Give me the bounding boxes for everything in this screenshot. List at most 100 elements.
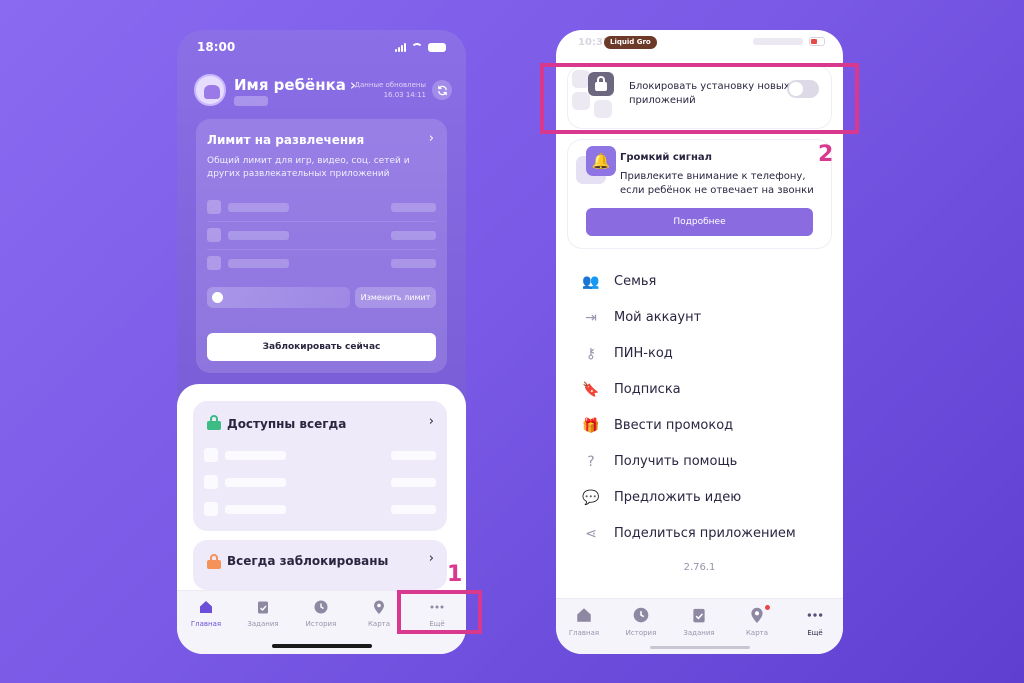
app-row-placeholder xyxy=(204,448,436,462)
refresh-icon xyxy=(437,85,447,95)
child-name[interactable]: Имя ребёнка › xyxy=(234,76,356,94)
child-profile-header[interactable]: Имя ребёнка › Данные обновлены 16.03 14:1… xyxy=(194,74,452,114)
signal-icon xyxy=(395,42,406,52)
chat-icon: 💬 xyxy=(582,490,600,506)
menu-item-label: Получить помощь xyxy=(614,454,738,469)
menu-item-label: Ввести промокод xyxy=(614,418,734,433)
bottom-tab-bar: Главная История Задания Карта Ещё xyxy=(556,598,843,654)
more-dots-icon xyxy=(807,613,823,617)
tab-label: История xyxy=(305,620,337,628)
gift-icon: 🎁 xyxy=(582,418,600,434)
wifi-icon xyxy=(411,42,423,52)
unlock-icon xyxy=(207,415,221,430)
tab-label: Главная xyxy=(568,629,600,637)
tab-map[interactable]: Карта xyxy=(730,605,784,637)
status-bar: 18:00 xyxy=(177,30,466,64)
time-used-bar xyxy=(207,287,350,308)
tab-tasks[interactable]: Задания xyxy=(238,599,288,628)
people-icon: 👥 xyxy=(582,274,600,290)
limit-card-title: Лимит на развлечения xyxy=(207,133,365,147)
tab-label: Ещё xyxy=(807,629,823,637)
highlight-box-more-tab xyxy=(397,590,482,634)
notification-badge xyxy=(765,605,770,610)
menu-item-label: Предложить идею xyxy=(614,490,742,505)
data-updated-info: Данные обновлены 16.03 14:11 xyxy=(355,80,426,100)
tab-label: Карта xyxy=(745,629,769,637)
loud-signal-more-button[interactable]: Подробнее xyxy=(586,208,813,236)
key-icon: ⚷ xyxy=(585,346,597,362)
clipboard-icon xyxy=(693,608,705,623)
limit-card-description: Общий лимит для игр, видео, соц. сетей и… xyxy=(207,156,410,179)
battery-icon xyxy=(428,42,446,52)
always-blocked-card[interactable]: Всегда заблокированы › xyxy=(193,540,447,590)
change-limit-button[interactable]: Изменить лимит xyxy=(355,287,436,308)
tab-home[interactable]: Главная xyxy=(181,599,231,628)
app-version: 2.76.1 xyxy=(683,562,716,573)
menu-item-label: Мой аккаунт xyxy=(614,310,702,325)
battery-icon xyxy=(809,37,825,46)
menu-item-account[interactable]: ⇥ Мой аккаунт xyxy=(582,308,822,328)
entertainment-limit-card[interactable]: Лимит на развлечения › Общий лимит для и… xyxy=(196,119,447,373)
bell-icon: 🔔 xyxy=(586,146,616,176)
tab-history[interactable]: История xyxy=(296,599,346,628)
chevron-right-icon[interactable]: › xyxy=(429,551,434,566)
menu-item-subscription[interactable]: 🔖 Подписка xyxy=(582,380,822,400)
chevron-right-icon[interactable]: › xyxy=(429,131,434,146)
help-icon: ? xyxy=(587,454,595,470)
bookmark-icon: 🔖 xyxy=(582,382,600,398)
app-row-placeholder xyxy=(204,475,436,489)
tab-tasks[interactable]: Задания xyxy=(672,606,726,637)
loud-signal-title: Громкий сигнал xyxy=(620,152,712,163)
block-now-button[interactable]: Заблокировать сейчас xyxy=(207,333,436,361)
always-available-card[interactable]: Доступны всегда › xyxy=(193,401,447,531)
map-pin-icon xyxy=(374,600,384,614)
tab-history[interactable]: История xyxy=(614,606,668,637)
map-pin-icon xyxy=(751,607,763,623)
tab-label: Задания xyxy=(683,629,715,637)
status-bar: 10:37 Liquid Gro xyxy=(556,30,843,54)
tab-home[interactable]: Главная xyxy=(557,606,611,637)
menu-item-help[interactable]: ? Получить помощь xyxy=(582,452,822,472)
chevron-right-icon[interactable]: › xyxy=(429,414,434,429)
app-row-placeholder xyxy=(207,228,436,250)
status-icons xyxy=(753,38,803,45)
clock-icon xyxy=(633,607,649,623)
phone-left-home-screen: 18:00 Имя ребёнка › Данные обновлены 16.0… xyxy=(177,30,466,654)
menu-item-suggest-idea[interactable]: 💬 Предложить идею xyxy=(582,488,822,508)
refresh-button[interactable] xyxy=(432,80,452,100)
app-row-placeholder xyxy=(204,502,436,516)
home-icon xyxy=(200,601,212,613)
tab-label: История xyxy=(625,629,657,637)
menu-item-pin-code[interactable]: ⚷ ПИН-код xyxy=(582,344,822,364)
tab-label: Задания xyxy=(247,620,279,628)
menu-item-label: Поделиться приложением xyxy=(614,526,796,541)
status-icons xyxy=(395,42,446,52)
callout-number-2: 2 xyxy=(818,142,834,167)
lock-icon xyxy=(207,554,221,569)
child-subtitle-placeholder xyxy=(234,96,268,106)
callout-number-1: 1 xyxy=(447,562,463,587)
always-blocked-title: Всегда заблокированы xyxy=(227,554,389,568)
loud-signal-card: 🔔 Громкий сигнал Привлеките внимание к т… xyxy=(568,140,831,248)
tab-label: Главная xyxy=(190,620,222,628)
clipboard-icon xyxy=(258,601,268,614)
status-time: 18:00 xyxy=(197,40,236,54)
updated-time: 16.03 14:11 xyxy=(383,91,426,99)
tab-more[interactable]: Ещё xyxy=(788,606,842,637)
menu-item-share-app[interactable]: ⋖ Поделиться приложением xyxy=(582,524,822,544)
login-icon: ⇥ xyxy=(585,310,597,326)
menu-item-label: ПИН-код xyxy=(614,346,673,361)
live-activity-pill[interactable]: Liquid Gro xyxy=(604,36,657,49)
bell-art: 🔔 xyxy=(572,144,618,190)
home-indicator xyxy=(649,646,750,649)
home-indicator xyxy=(271,644,372,648)
menu-item-label: Подписка xyxy=(614,382,681,397)
child-name-text: Имя ребёнка xyxy=(234,76,346,94)
menu-item-family[interactable]: 👥 Семья xyxy=(582,272,822,292)
app-row-placeholder xyxy=(207,256,436,270)
clock-icon xyxy=(314,600,328,614)
menu-item-promo-code[interactable]: 🎁 Ввести промокод xyxy=(582,416,822,436)
updated-label: Данные обновлены xyxy=(354,81,426,89)
always-available-title: Доступны всегда xyxy=(227,417,347,431)
avatar[interactable] xyxy=(194,74,226,106)
